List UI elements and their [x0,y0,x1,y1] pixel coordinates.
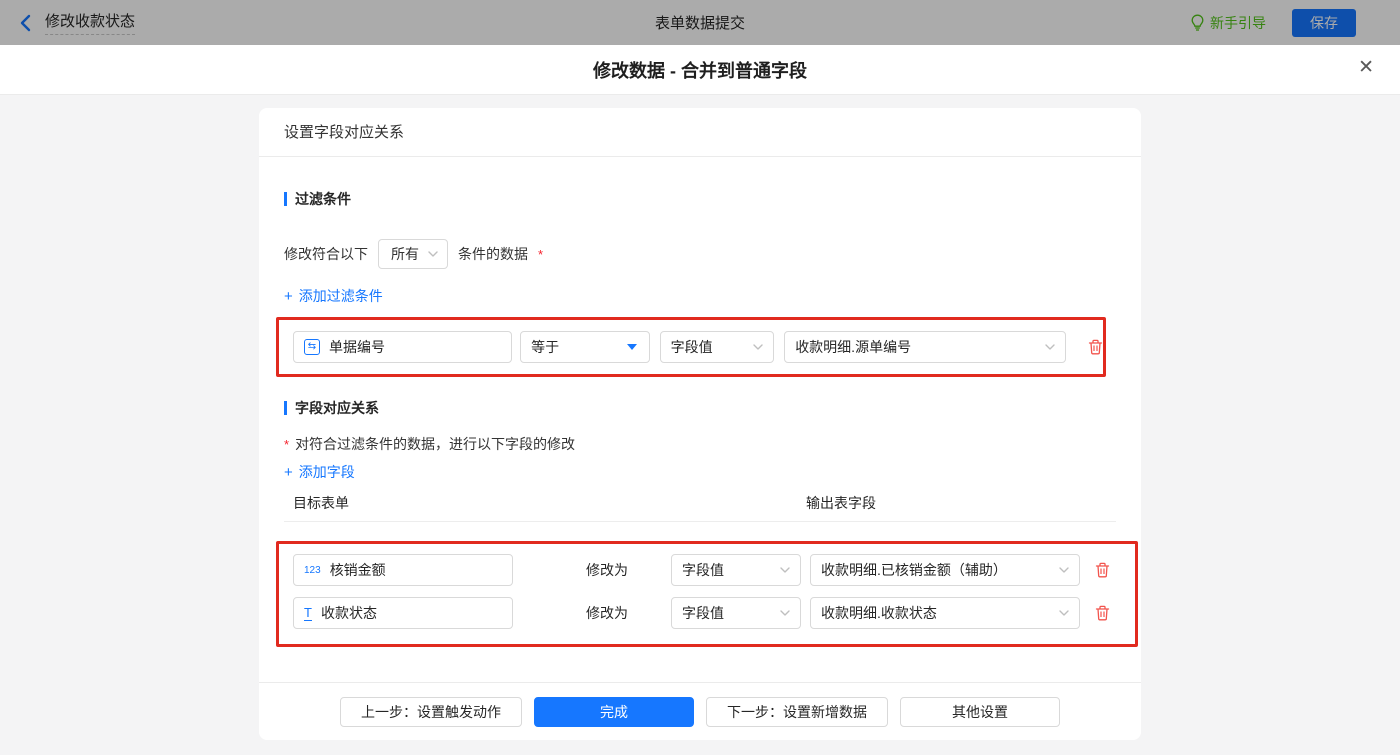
mapping-rows-annotation: 123 核销金额 修改为 字段值 收款明细.已核销金额（辅助） T 收款状态 修… [276,541,1138,647]
delete-mapping-button[interactable] [1095,562,1110,578]
add-filter-condition-link[interactable]: + 添加过滤条件 [284,286,383,306]
trash-icon [1095,562,1110,578]
dialog-body: 设置字段对应关系 过滤条件 修改符合以下 所有 条件的数据 * + 添加过滤条件… [0,95,1400,755]
trash-icon [1095,605,1110,621]
add-field-link[interactable]: + 添加字段 [284,462,355,482]
plus-icon: + [284,463,293,481]
close-icon[interactable]: ✕ [1358,58,1374,77]
section-accent-bar [284,401,287,415]
filter-field-box[interactable]: ⇆ 单据编号 [293,331,513,363]
value-type-value: 字段值 [682,605,724,621]
modify-to-label: 修改为 [586,562,628,578]
match-mode-value: 所有 [391,246,419,262]
match-mode-select[interactable]: 所有 [378,239,448,269]
next-step-button[interactable]: 下一步：设置新增数据 [706,696,888,727]
filter-value-select[interactable]: 收款明细.源单编号 [784,331,1066,363]
column-output-field: 输出表字段 [806,495,876,511]
output-field-select[interactable]: 收款明细.已核销金额（辅助） [810,554,1080,586]
target-field-box[interactable]: T 收款状态 [293,597,513,629]
output-field-value: 收款明细.收款状态 [821,605,937,621]
chevron-down-icon [1045,344,1055,350]
filter-value-text: 收款明细.源单编号 [795,339,912,355]
guide-label: 新手引导 [1210,14,1266,31]
filter-condition-row: ⇆ 单据编号 等于 字段值 收款明细.源单编号 [293,331,1103,363]
card-title: 设置字段对应关系 [259,108,1141,157]
filter-row-annotation: ⇆ 单据编号 等于 字段值 收款明细.源单编号 [276,317,1106,377]
mapping-row: 123 核销金额 修改为 字段值 收款明细.已核销金额（辅助） [293,554,1135,586]
add-field-label: 添加字段 [298,464,355,480]
target-field-label: 收款状态 [320,605,377,621]
add-filter-condition-label: 添加过滤条件 [298,288,383,304]
required-asterisk: * [538,246,544,262]
mapping-column-headers: 目标表单 输出表字段 [284,493,1116,522]
value-type-select[interactable]: 字段值 [659,331,775,363]
beginner-guide-link[interactable]: 新手引导 [1190,13,1266,33]
match-suffix-text: 条件的数据 [458,246,528,262]
plus-icon: + [284,287,293,305]
lightbulb-icon [1191,14,1204,31]
output-field-value: 收款明细.已核销金额（辅助） [821,562,1007,578]
delete-mapping-button[interactable] [1095,605,1110,621]
value-type-select[interactable]: 字段值 [671,597,801,629]
chevron-down-icon [780,567,790,573]
done-button[interactable]: 完成 [534,696,694,727]
trash-icon [1088,339,1103,355]
mapping-description-text: 对符合过滤条件的数据，进行以下字段的修改 [295,436,576,452]
required-asterisk: * [284,436,290,452]
operator-value: 等于 [531,339,560,355]
dialog-title: 修改数据 - 合并到普通字段 [593,60,807,81]
filter-section-label: 过滤条件 [295,191,351,207]
filter-section-title: 过滤条件 [284,189,1116,209]
value-type-select[interactable]: 字段值 [671,554,801,586]
dialog-footer: 上一步：设置触发动作 完成 下一步：设置新增数据 其他设置 [259,682,1141,740]
value-type-value: 字段值 [670,339,713,355]
filter-field-label: 单据编号 [329,339,385,355]
save-button[interactable]: 保存 [1292,8,1356,37]
chevron-down-icon [780,610,790,616]
output-field-select[interactable]: 收款明细.收款状态 [810,597,1080,629]
operator-select[interactable]: 等于 [520,331,650,363]
settings-card: 设置字段对应关系 过滤条件 修改符合以下 所有 条件的数据 * + 添加过滤条件… [259,108,1141,740]
chevron-down-icon [1059,567,1069,573]
prev-step-button[interactable]: 上一步：设置触发动作 [340,696,522,727]
delete-filter-button[interactable] [1088,339,1103,355]
modify-to-label: 修改为 [586,605,628,621]
chevron-down-icon [753,344,763,350]
mapping-section-label: 字段对应关系 [295,400,379,416]
match-condition-row: 修改符合以下 所有 条件的数据 * [284,239,1116,269]
serial-number-field-icon: ⇆ [304,339,320,355]
chevron-down-icon [1059,610,1069,616]
mapping-section-title: 字段对应关系 [284,398,1116,418]
value-type-value: 字段值 [682,562,724,578]
number-field-icon: 123 [304,564,321,576]
mapping-description: * 对符合过滤条件的数据，进行以下字段的修改 [284,434,1116,454]
target-field-label: 核销金额 [329,562,386,578]
section-accent-bar [284,192,287,206]
other-settings-button[interactable]: 其他设置 [900,696,1060,727]
chevron-down-icon [428,251,438,257]
mapping-row: T 收款状态 修改为 字段值 收款明细.收款状态 [293,597,1135,629]
text-field-icon: T [304,604,312,621]
triangle-down-icon [626,344,637,350]
top-toolbar: 修改收款状态 表单数据提交 新手引导 保存 [0,0,1400,45]
column-target-form: 目标表单 [293,495,349,511]
match-prefix-text: 修改符合以下 [284,246,368,262]
target-field-box[interactable]: 123 核销金额 [293,554,513,586]
dialog-header: 修改数据 - 合并到普通字段 ✕ [0,45,1400,95]
